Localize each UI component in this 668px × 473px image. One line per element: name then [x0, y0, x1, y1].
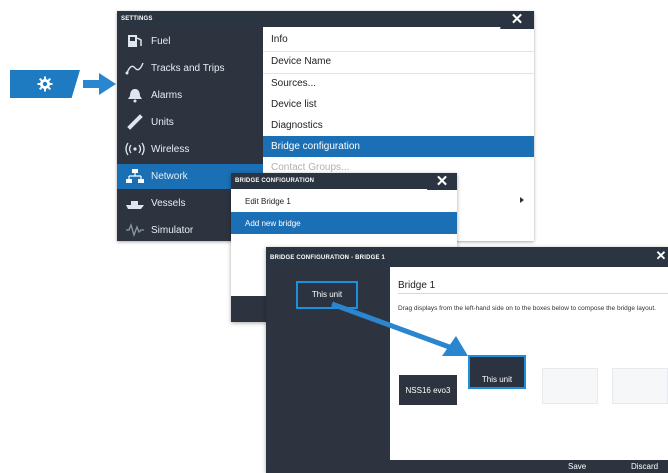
alarm-bell-icon — [128, 89, 142, 103]
sidebar-item-units[interactable]: Units — [117, 110, 263, 135]
drag-arrow-icon — [331, 301, 468, 356]
sidebar-item-tracks-and-trips[interactable]: Tracks and Trips — [117, 56, 263, 81]
menu-item-label: Contact Groups... — [271, 162, 350, 173]
sidebar-item-label: Units — [151, 117, 174, 128]
menu-item-diagnostics[interactable]: Diagnostics — [263, 115, 534, 136]
menu-item-label: Edit Bridge 1 — [245, 197, 291, 206]
menu-item-device-name[interactable]: Device Name — [263, 51, 534, 72]
fuel-icon — [128, 35, 142, 47]
settings-gear-button[interactable] — [10, 70, 80, 98]
sidebar-item-label: Wireless — [151, 144, 190, 155]
wireless-icon — [125, 142, 145, 156]
menu-item-label: Bridge configuration — [271, 141, 360, 152]
network-icon — [126, 169, 144, 183]
sidebar-item-label: Vessels — [151, 198, 186, 209]
sidebar-item-fuel[interactable]: Fuel — [117, 29, 263, 54]
slot-this-unit[interactable]: This unit — [468, 355, 526, 389]
divider — [398, 293, 668, 294]
menu-item-label: Device Name — [271, 56, 332, 67]
close-icon[interactable]: ✕ — [654, 247, 668, 267]
sidebar-item-label: Simulator — [151, 225, 194, 236]
bridge-1-titlebar: BRIDGE CONFIGURATION - BRIDGE 1 — [266, 247, 668, 267]
bridge-1-title: BRIDGE CONFIGURATION - BRIDGE 1 — [270, 255, 386, 261]
bridge-title: BRIDGE CONFIGURATION — [235, 178, 315, 184]
menu-item-add-new-bridge[interactable]: Add new bridge — [231, 212, 457, 234]
slot-label: This unit — [481, 375, 513, 384]
available-displays-panel: This unit — [266, 267, 390, 461]
sidebar-item-alarms[interactable]: Alarms — [117, 83, 263, 108]
simulator-icon — [126, 223, 144, 238]
tracks-icon — [125, 62, 144, 75]
menu-item-bridge-configuration[interactable]: Bridge configuration — [263, 136, 534, 157]
menu-item-edit-bridge-1[interactable]: Edit Bridge 1 — [231, 190, 457, 212]
gear-icon — [37, 76, 53, 92]
empty-slot[interactable] — [542, 368, 598, 404]
sidebar-item-wireless[interactable]: Wireless — [117, 137, 263, 162]
menu-item-info[interactable]: Info — [263, 29, 534, 50]
sidebar-item-label: Fuel — [151, 36, 171, 47]
menu-item-sources[interactable]: Sources... — [263, 73, 534, 94]
slot-nss16-evo3[interactable]: NSS16 evo3 — [399, 375, 457, 405]
sidebar-item-label: Alarms — [151, 90, 183, 101]
ruler-icon — [127, 114, 143, 130]
vessels-icon — [126, 201, 144, 209]
sidebar-item-label: Network — [151, 171, 188, 182]
bridge-1-dialog: BRIDGE CONFIGURATION - BRIDGE 1 ✕ This u… — [266, 247, 668, 473]
settings-titlebar: SETTINGS — [117, 11, 534, 27]
pointer-arrow-icon — [83, 73, 116, 95]
empty-slot[interactable] — [612, 368, 668, 404]
chevron-right-icon — [520, 197, 524, 203]
slot-label: NSS16 evo3 — [405, 386, 451, 395]
menu-item-label: Device list — [271, 99, 317, 110]
settings-title: SETTINGS — [121, 16, 153, 22]
bridge-titlebar: BRIDGE CONFIGURATION — [231, 173, 457, 189]
bridge-heading: Bridge 1 — [398, 280, 436, 291]
menu-item-label: Add new bridge — [245, 219, 301, 228]
save-button[interactable]: Save — [568, 462, 586, 471]
menu-item-device-list[interactable]: Device list — [263, 94, 534, 115]
bridge-1-footer: Save Discard — [266, 460, 668, 473]
discard-button[interactable]: Discard — [631, 462, 658, 471]
menu-item-label: Sources... — [271, 78, 317, 89]
menu-item-label: Info — [271, 34, 288, 45]
menu-item-label: Diagnostics — [271, 120, 323, 131]
sidebar-item-label: Tracks and Trips — [151, 63, 225, 74]
